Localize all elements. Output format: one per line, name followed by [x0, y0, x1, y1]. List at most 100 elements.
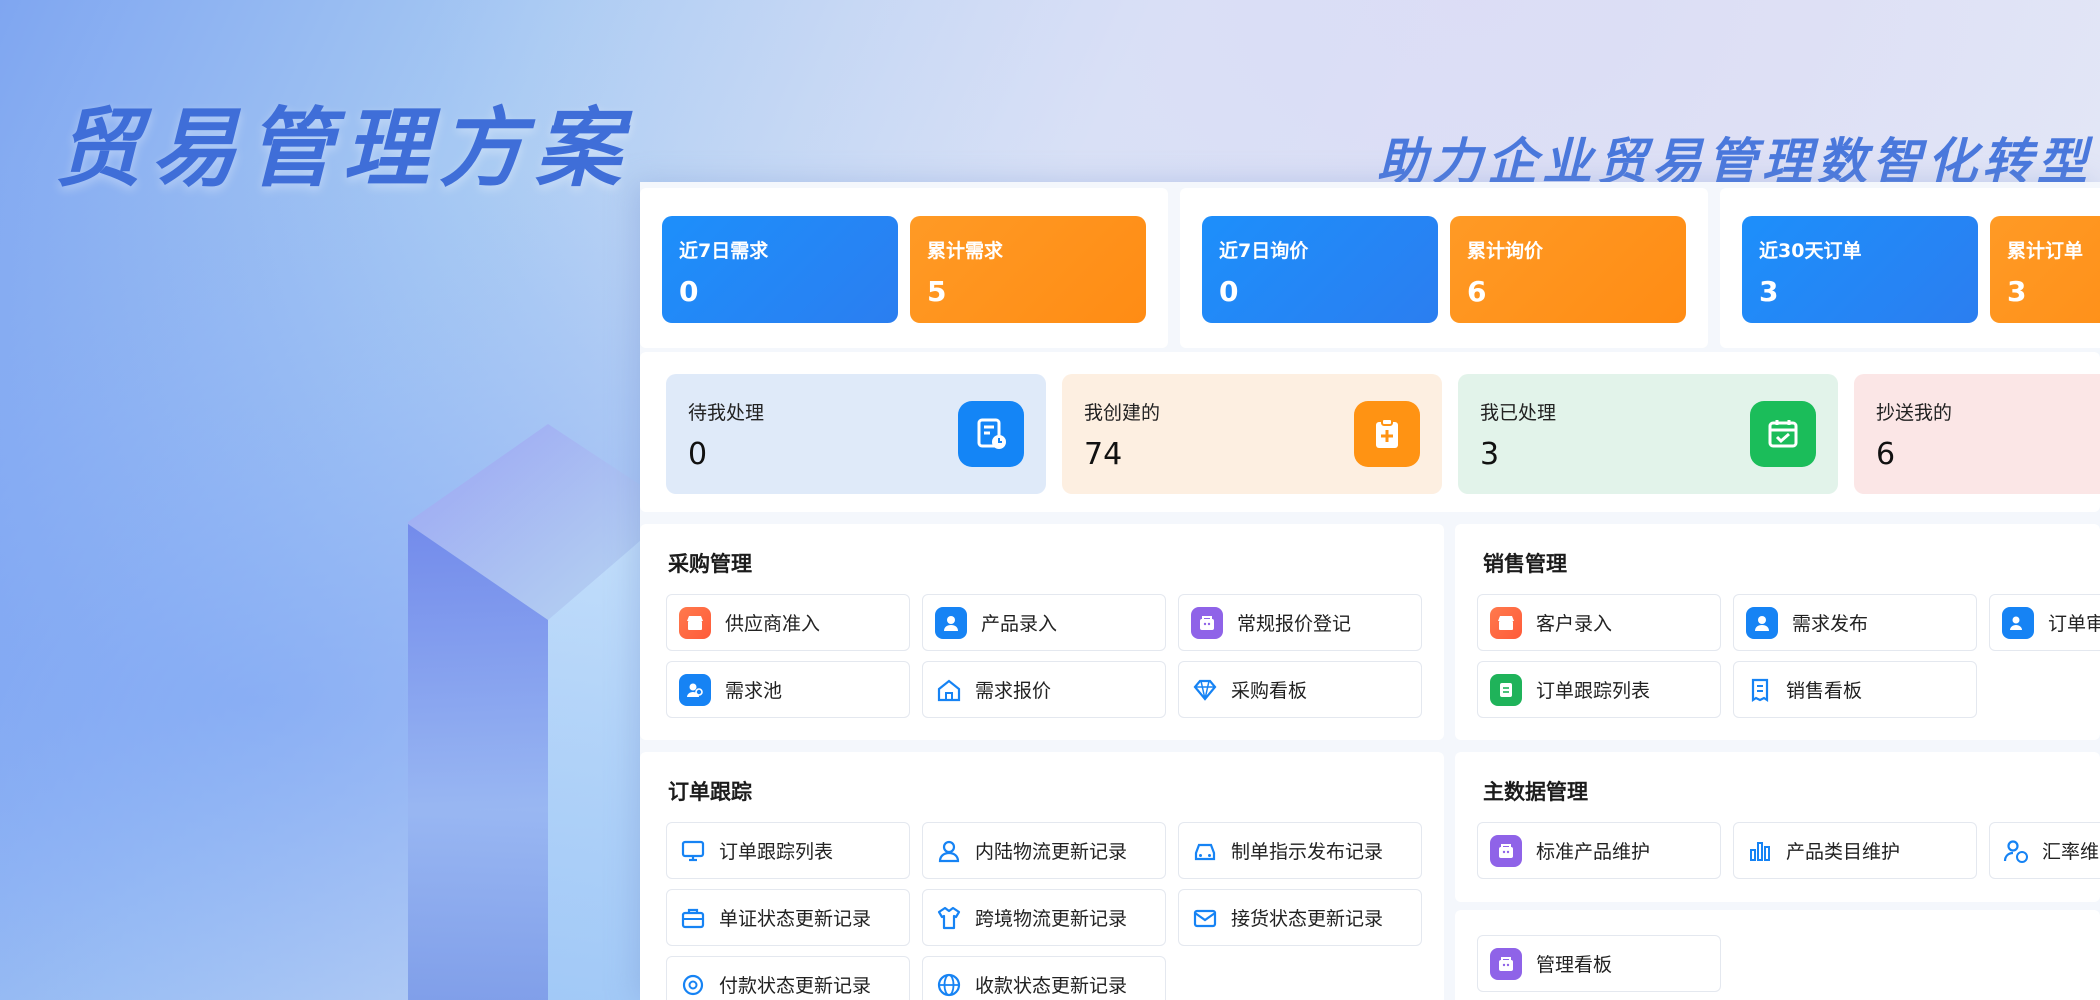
management-board-section: 管理看板: [1455, 910, 2100, 1000]
menu-item-cross-border-logistics[interactable]: 跨境物流更新记录: [922, 889, 1166, 946]
stat-label: 近7日询价: [1219, 240, 1309, 262]
master-data-section: 主数据管理 标准产品维护 产品类目维护 汇率维: [1455, 752, 2100, 902]
section-title: 采购管理: [668, 552, 752, 576]
menu-item-customer-entry[interactable]: 客户录入: [1477, 594, 1721, 651]
user-outline-icon: [935, 837, 963, 865]
task-strip: 待我处理 0 我创建的 74 我已处理 3 抄送我的 6: [640, 352, 2100, 512]
bag-icon: [1191, 606, 1223, 639]
section-title: 主数据管理: [1483, 780, 1588, 804]
menu-item-label: 接货状态更新记录: [1231, 908, 1384, 930]
cube-decoration: [408, 424, 648, 1000]
document-icon: [1490, 673, 1522, 706]
stat-value: 6: [1467, 275, 1487, 308]
menu-item-label: 制单指示发布记录: [1231, 841, 1384, 863]
stat-card[interactable]: 累计询价 6: [1450, 216, 1686, 323]
menu-item-label: 销售看板: [1786, 680, 1863, 702]
task-card-handled[interactable]: 我已处理 3: [1458, 374, 1838, 494]
stat-label: 累计订单: [2007, 240, 2084, 262]
sales-section: 销售管理 客户录入 需求发布 订单审 订单跟踪列表 销售看板: [1455, 524, 2100, 740]
store-icon: [679, 606, 711, 639]
store-icon: [1490, 606, 1522, 639]
menu-item-documentation-instruction[interactable]: 制单指示发布记录: [1178, 822, 1422, 879]
stat-card[interactable]: 累计需求 5: [910, 216, 1146, 323]
menu-item-label: 汇率维: [2042, 841, 2100, 863]
menu-item-label: 收款状态更新记录: [975, 975, 1128, 997]
menu-item-standard-product[interactable]: 标准产品维护: [1477, 822, 1721, 879]
stat-label: 近30天订单: [1759, 240, 1862, 262]
globe-icon: [935, 971, 963, 999]
menu-item-product-category[interactable]: 产品类目维护: [1733, 822, 1977, 879]
menu-item-label: 内陆物流更新记录: [975, 841, 1128, 863]
menu-item-order-tracking-list[interactable]: 订单跟踪列表: [1477, 661, 1721, 718]
section-title: 订单跟踪: [668, 780, 752, 804]
menu-item-label: 订单审: [2048, 613, 2100, 635]
menu-item-label: 供应商准入: [725, 613, 821, 635]
shirt-icon: [935, 904, 963, 932]
task-label: 抄送我的: [1876, 402, 1953, 424]
stat-label: 累计询价: [1467, 240, 1544, 262]
menu-item-label: 标准产品维护: [1536, 841, 1651, 863]
bag-icon: [1490, 947, 1522, 980]
stat-card[interactable]: 近30天订单 3: [1742, 216, 1978, 323]
menu-item-exchange-rate[interactable]: 汇率维: [1989, 822, 2100, 879]
menu-item-label: 产品录入: [981, 613, 1058, 635]
stat-card[interactable]: 累计订单 3: [1990, 216, 2100, 323]
calendar-check-icon: [1750, 401, 1816, 467]
menu-item-sales-board[interactable]: 销售看板: [1733, 661, 1977, 718]
menu-item-label: 单证状态更新记录: [719, 908, 872, 930]
menu-item-demand-quote[interactable]: 需求报价: [922, 661, 1166, 718]
menu-item-label: 需求发布: [1792, 613, 1869, 635]
task-value: 6: [1876, 437, 1896, 472]
menu-item-receipt-status[interactable]: 接货状态更新记录: [1178, 889, 1422, 946]
menu-item-label: 常规报价登记: [1237, 613, 1352, 635]
menu-item-product-entry[interactable]: 产品录入: [922, 594, 1166, 651]
stat-group-inquiry: 近7日询价 0 累计询价 6: [1180, 188, 1708, 348]
stat-group-demand: 近7日需求 0 累计需求 5: [640, 188, 1168, 348]
user-icon: [1746, 606, 1778, 639]
menu-item-label: 需求池: [725, 680, 783, 702]
stat-value: 0: [679, 275, 699, 308]
person-currency-icon: [2002, 837, 2030, 865]
stat-label: 累计需求: [927, 240, 1004, 262]
menu-item-collection-status[interactable]: 收款状态更新记录: [922, 956, 1166, 1000]
task-card-pending[interactable]: 待我处理 0: [666, 374, 1046, 494]
menu-item-label: 订单跟踪列表: [1536, 680, 1651, 702]
task-card-cc[interactable]: 抄送我的 6: [1854, 374, 2100, 494]
bag-icon: [1490, 834, 1522, 867]
menu-item-inland-logistics[interactable]: 内陆物流更新记录: [922, 822, 1166, 879]
dashboard-panel: 近7日需求 0 累计需求 5 近7日询价 0 累计询价 6 近30天订单 3 累…: [640, 182, 2100, 1000]
menu-item-order-tracking-list[interactable]: 订单跟踪列表: [666, 822, 910, 879]
order-tracking-section: 订单跟踪 订单跟踪列表 内陆物流更新记录 制单指示发布记录 单证状态更新记录 跨…: [640, 752, 1444, 1000]
menu-item-label: 管理看板: [1536, 954, 1613, 976]
menu-item-demand-pool[interactable]: 需求池: [666, 661, 910, 718]
stat-label: 近7日需求: [679, 240, 769, 262]
stat-card[interactable]: 近7日询价 0: [1202, 216, 1438, 323]
home-icon: [935, 676, 963, 704]
menu-item-document-status[interactable]: 单证状态更新记录: [666, 889, 910, 946]
users-icon: [679, 673, 711, 706]
menu-item-supplier-access[interactable]: 供应商准入: [666, 594, 910, 651]
menu-item-payment-status[interactable]: 付款状态更新记录: [666, 956, 910, 1000]
menu-item-procurement-board[interactable]: 采购看板: [1178, 661, 1422, 718]
task-card-created[interactable]: 我创建的 74: [1062, 374, 1442, 494]
car-icon: [1191, 837, 1219, 865]
menu-item-management-board[interactable]: 管理看板: [1477, 935, 1721, 992]
menu-item-order-review[interactable]: 订单审: [1989, 594, 2100, 651]
receipt-icon: [1746, 676, 1774, 704]
stat-value: 5: [927, 275, 947, 308]
menu-item-demand-publish[interactable]: 需求发布: [1733, 594, 1977, 651]
menu-item-label: 需求报价: [975, 680, 1052, 702]
menu-item-label: 跨境物流更新记录: [975, 908, 1128, 930]
stat-value: 3: [2007, 275, 2027, 308]
stat-card[interactable]: 近7日需求 0: [662, 216, 898, 323]
users-icon: [2002, 606, 2034, 639]
section-title: 销售管理: [1483, 552, 1567, 576]
menu-item-label: 产品类目维护: [1786, 841, 1901, 863]
menu-item-label: 采购看板: [1231, 680, 1308, 702]
monitor-icon: [679, 837, 707, 865]
payment-icon: [679, 971, 707, 999]
menu-item-label: 客户录入: [1536, 613, 1613, 635]
mail-icon: [1191, 904, 1219, 932]
menu-item-regular-quote[interactable]: 常规报价登记: [1178, 594, 1422, 651]
briefcase-icon: [679, 904, 707, 932]
